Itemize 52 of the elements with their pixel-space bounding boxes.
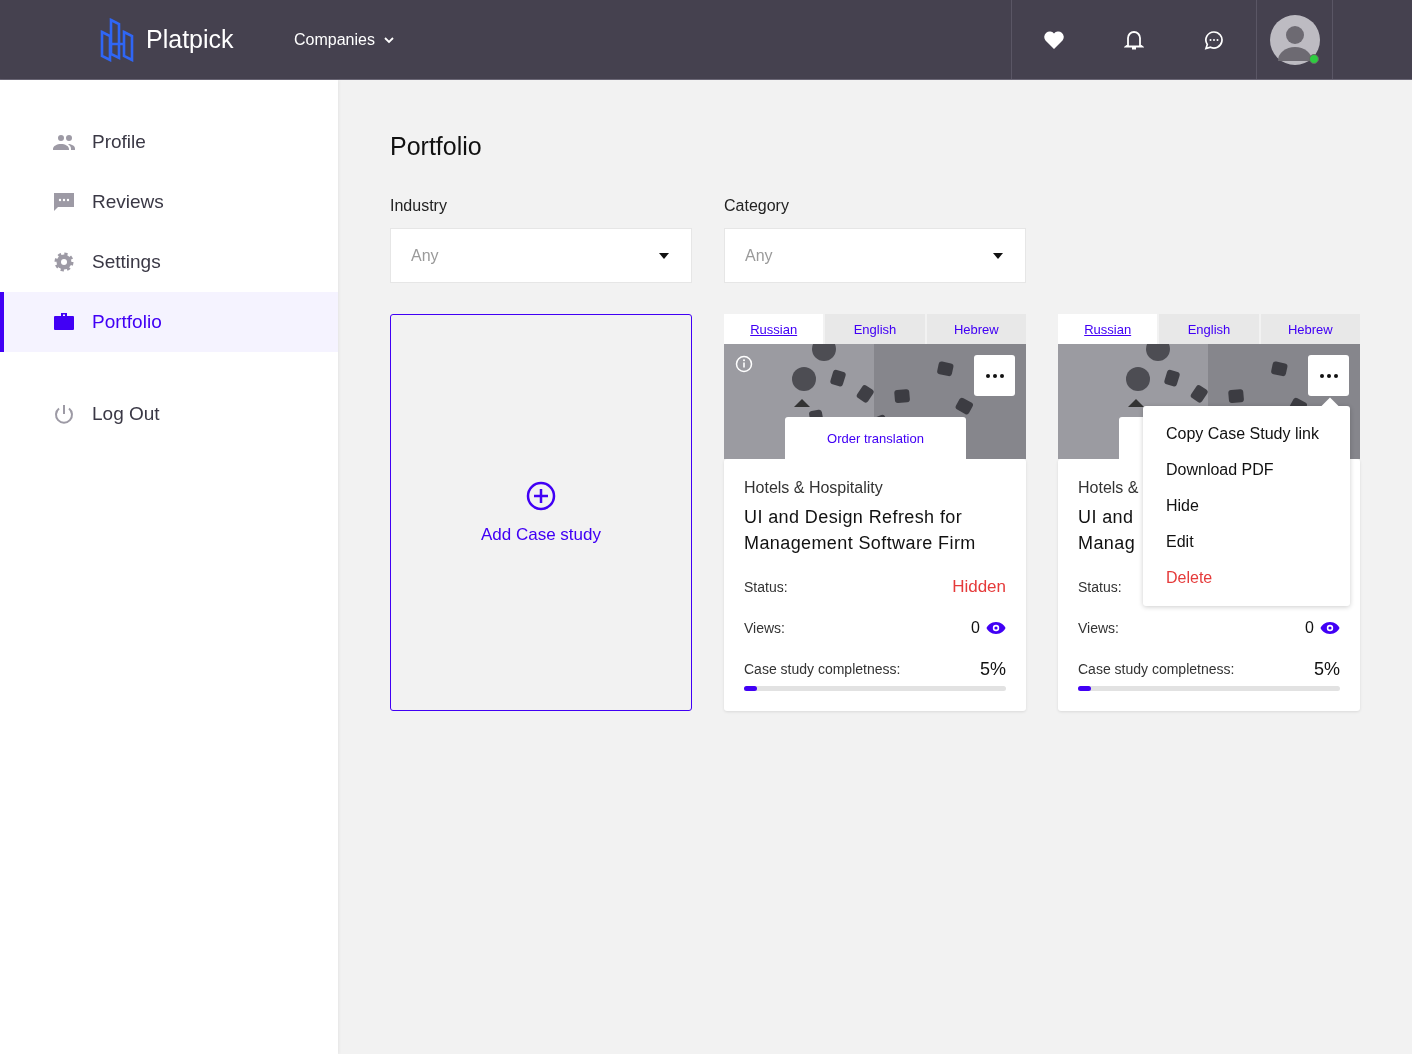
sidebar-item[interactable]: Profile	[0, 112, 338, 172]
sidebar-item[interactable]: Settings	[0, 232, 338, 292]
views-label: Views:	[744, 620, 785, 636]
menu-item[interactable]: Edit	[1143, 524, 1350, 560]
completeness-label: Case study completness:	[744, 661, 901, 677]
chevron-down-icon	[382, 35, 395, 44]
industry-label: Hotels &	[1078, 479, 1139, 497]
chat-bubble-icon	[52, 190, 76, 214]
menu-item[interactable]: Hide	[1143, 488, 1350, 524]
status-value: Hidden	[952, 577, 1006, 597]
add-case-study-button[interactable]: Add Case study	[390, 314, 692, 711]
page-title: Portfolio	[390, 132, 483, 161]
filter-label: Category	[724, 197, 790, 215]
case-study-title: UI and Manag	[1078, 506, 1136, 555]
sidebar-item[interactable]: Reviews	[0, 172, 338, 232]
ellipsis-icon	[1319, 373, 1338, 378]
language-tab[interactable]: Russian	[1058, 314, 1158, 344]
logo-icon	[100, 17, 134, 62]
language-tab[interactable]: English	[1159, 314, 1259, 344]
language-tab[interactable]: Hebrew	[926, 314, 1026, 344]
order-translation-button[interactable]: Order translation	[785, 417, 966, 459]
completeness-value: 5%	[1314, 658, 1340, 680]
eye-icon	[1320, 621, 1340, 635]
brand-name: Platpick	[146, 25, 234, 54]
settings-icon	[52, 250, 76, 274]
eye-icon	[986, 621, 1006, 635]
plus-circle-icon	[526, 480, 556, 511]
filter-label: Industry	[390, 197, 448, 215]
sidebar-item[interactable]: Portfolio	[0, 292, 338, 352]
status-label: Status:	[744, 579, 788, 595]
language-tab[interactable]: Hebrew	[1260, 314, 1360, 344]
companies-menu[interactable]: Companies	[294, 30, 395, 49]
ellipsis-icon	[985, 373, 1004, 378]
language-tab[interactable]: English	[825, 314, 925, 344]
menu-item[interactable]: Download PDF	[1143, 452, 1350, 488]
views-count: 0	[1305, 619, 1314, 637]
status-label: Status:	[1078, 579, 1122, 595]
views-count: 0	[971, 619, 980, 637]
views-label: Views:	[1078, 620, 1119, 636]
language-tab[interactable]: Russian	[724, 314, 824, 344]
caret-icon	[659, 252, 669, 259]
completeness-value: 5%	[980, 658, 1006, 680]
power-icon	[52, 402, 76, 426]
log-out-link[interactable]: Log Out	[0, 384, 338, 444]
more-button[interactable]	[1308, 355, 1349, 396]
caret-icon	[993, 252, 1003, 259]
case-study-title: UI and Design Refresh for Management Software Firm	[744, 506, 976, 555]
more-button[interactable]	[974, 355, 1015, 396]
completeness-label: Case study completness:	[1078, 661, 1235, 677]
menu-item[interactable]: Delete	[1143, 560, 1350, 596]
industry-label: Hotels & Hospitality	[744, 479, 883, 497]
info-icon[interactable]	[735, 355, 753, 373]
